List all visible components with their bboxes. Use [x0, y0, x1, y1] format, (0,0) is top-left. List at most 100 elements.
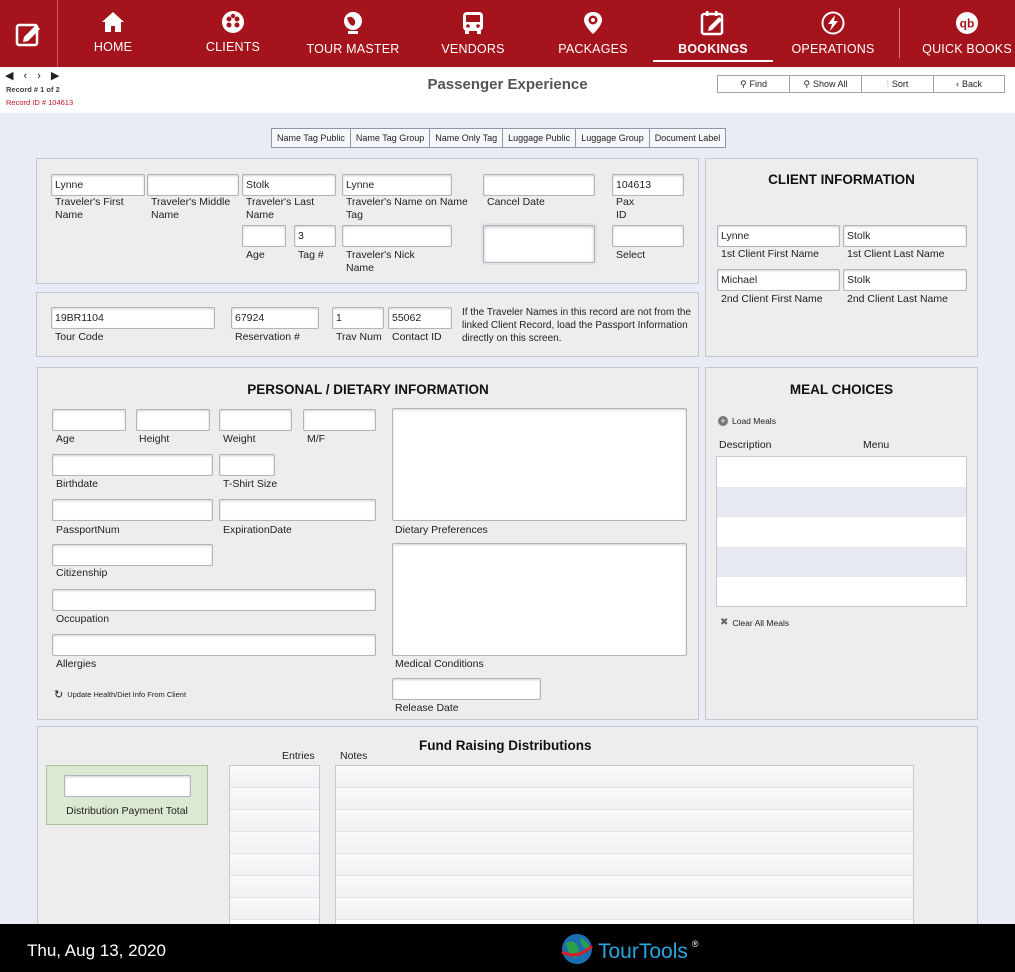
note-row[interactable]	[336, 898, 913, 920]
entry-row[interactable]	[230, 788, 319, 810]
traveler-last-name-field[interactable]: Stolk	[242, 174, 336, 196]
find-label: Find	[749, 79, 768, 89]
meal-row[interactable]	[717, 457, 966, 487]
weight-field[interactable]	[219, 409, 292, 431]
entry-row[interactable]	[230, 854, 319, 876]
load-meals-button[interactable]: + Load Meals	[718, 416, 776, 426]
pax-id-field[interactable]: 104613	[612, 174, 684, 196]
entry-row[interactable]	[230, 766, 319, 788]
document-label-button[interactable]: Document Label	[648, 128, 727, 148]
tour-code-label: Tour Code	[55, 331, 104, 343]
note-row[interactable]	[336, 832, 913, 854]
clients-icon	[222, 11, 244, 33]
traveler-photo-box[interactable]	[483, 225, 595, 263]
show-all-button[interactable]: ⚲ Show All	[789, 75, 862, 93]
tour-code-field[interactable]: 19BR1104	[51, 307, 215, 329]
trav-num-field[interactable]: 1	[332, 307, 384, 329]
nav-vendors[interactable]: VENDORS	[433, 0, 513, 67]
meal-list[interactable]	[716, 456, 967, 607]
entry-row[interactable]	[230, 810, 319, 832]
meal-row[interactable]	[717, 517, 966, 547]
citizenship-label: Citizenship	[56, 567, 108, 579]
allergies-field[interactable]	[52, 634, 376, 656]
client2-first-name-field[interactable]: Michael	[717, 269, 840, 291]
meal-row[interactable]	[717, 577, 966, 607]
birthdate-field[interactable]	[52, 454, 213, 476]
traveler-last-name-label: Traveler's Last Name	[246, 196, 315, 221]
occupation-field[interactable]	[52, 589, 376, 611]
notes-header: Notes	[340, 750, 368, 762]
personal-age-field[interactable]	[52, 409, 126, 431]
distribution-payment-total-field[interactable]	[64, 775, 191, 797]
clear-all-meals-button[interactable]: ✖ Clear All Meals	[720, 617, 789, 628]
show-all-label: Show All	[813, 79, 848, 89]
close-icon: ✖	[720, 617, 729, 628]
dietary-preferences-field[interactable]	[392, 408, 687, 521]
name-tag-group-button[interactable]: Name Tag Group	[349, 128, 431, 148]
passport-number-field[interactable]	[52, 499, 213, 521]
find-button[interactable]: ⚲ Find	[717, 75, 790, 93]
reservation-field[interactable]: 67924	[231, 307, 319, 329]
nav-clients[interactable]: CLIENTS	[193, 0, 273, 67]
nick-name-label: Traveler's Nick Name	[346, 249, 415, 274]
age-label: Age	[246, 249, 265, 261]
nick-name-field[interactable]	[342, 225, 452, 247]
distribution-total-box: Distribution Payment Total	[46, 765, 208, 825]
sort-label: Sort	[891, 79, 909, 89]
entry-row[interactable]	[230, 898, 319, 920]
dietary-preferences-label: Dietary Preferences	[395, 524, 488, 536]
brand-name: TourTools	[598, 940, 688, 963]
note-row[interactable]	[336, 854, 913, 876]
tshirt-size-field[interactable]	[219, 454, 275, 476]
luggage-group-button[interactable]: Luggage Group	[575, 128, 650, 148]
cancel-date-field[interactable]	[483, 174, 595, 196]
traveler-tag-name-field[interactable]: Lynne	[342, 174, 452, 196]
notes-column[interactable]	[335, 765, 914, 935]
meal-row[interactable]	[717, 547, 966, 577]
traveler-first-name-field[interactable]: Lynne	[51, 174, 145, 196]
nav-bookings[interactable]: BOOKINGS	[653, 0, 773, 67]
gender-field[interactable]	[303, 409, 376, 431]
luggage-public-button[interactable]: Luggage Public	[502, 128, 577, 148]
back-button[interactable]: ‹ Back	[933, 75, 1005, 93]
tag-number-field[interactable]: 3	[294, 225, 336, 247]
app-logo[interactable]	[0, 0, 58, 67]
height-field[interactable]	[136, 409, 210, 431]
entry-row[interactable]	[230, 876, 319, 898]
note-row[interactable]	[336, 766, 913, 788]
note-row[interactable]	[336, 810, 913, 832]
nav-operations[interactable]: OPERATIONS	[788, 0, 878, 67]
nav-packages[interactable]: PACKAGES	[553, 0, 633, 67]
name-only-tag-button[interactable]: Name Only Tag	[429, 128, 504, 148]
traveler-first-name-label: Traveler's First Name	[55, 196, 124, 221]
client1-last-name-field[interactable]: Stolk	[843, 225, 967, 247]
entry-row[interactable]	[230, 832, 319, 854]
entries-column[interactable]	[229, 765, 320, 935]
contact-id-field[interactable]: 55062	[388, 307, 452, 329]
traveler-middle-name-field[interactable]	[147, 174, 239, 196]
release-date-field[interactable]	[392, 678, 541, 700]
nav-tour-master[interactable]: TOUR MASTER	[303, 0, 403, 67]
note-row[interactable]	[336, 876, 913, 898]
nav-quick-books[interactable]: qb QUICK BOOKS	[920, 0, 1014, 67]
meal-menu-header: Menu	[863, 439, 890, 451]
weight-label: Weight	[223, 433, 256, 445]
medical-conditions-field[interactable]	[392, 543, 687, 656]
search-icon: ⚲	[739, 78, 747, 89]
citizenship-field[interactable]	[52, 544, 213, 566]
name-tag-public-button[interactable]: Name Tag Public	[271, 128, 351, 148]
update-health-diet-link[interactable]: ↻ Update Health/Diet Info From Client	[54, 688, 186, 701]
select-field[interactable]	[612, 225, 684, 247]
meal-row[interactable]	[717, 487, 966, 517]
nav-home[interactable]: HOME	[83, 0, 143, 67]
bolt-icon	[821, 11, 845, 35]
client1-last-name-label: 1st Client Last Name	[847, 248, 945, 260]
client2-last-name-label: 2nd Client Last Name	[847, 293, 948, 305]
load-meals-label: Load Meals	[732, 416, 776, 426]
sort-button[interactable]: ⫶ Sort	[861, 75, 934, 93]
client2-last-name-field[interactable]: Stolk	[843, 269, 967, 291]
client1-first-name-field[interactable]: Lynne	[717, 225, 840, 247]
expiration-date-field[interactable]	[219, 499, 376, 521]
note-row[interactable]	[336, 788, 913, 810]
age-field[interactable]	[242, 225, 286, 247]
